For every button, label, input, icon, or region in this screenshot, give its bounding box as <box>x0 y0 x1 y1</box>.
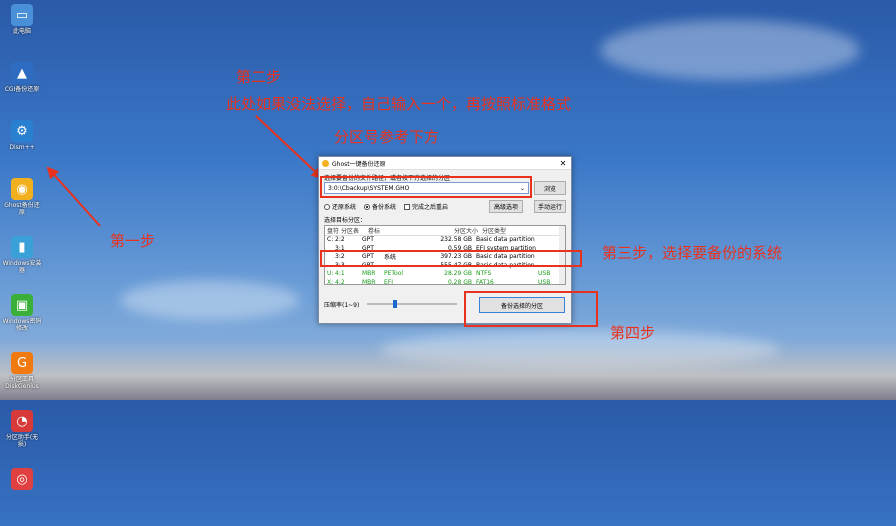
table-cell: USB <box>538 270 551 278</box>
checkbox-reboot[interactable]: 完成之后重启 <box>404 202 448 211</box>
gear-icon: ⚙ <box>11 120 33 142</box>
table-row[interactable]: U: 4:1 MBR PETool 28.29 GB NTFS USB <box>325 270 565 279</box>
target-label: 选择目标分区： <box>324 217 367 224</box>
compress-slider[interactable] <box>367 300 457 308</box>
lifebuoy-icon: ◎ <box>11 468 33 490</box>
desktop-icon[interactable]: ▣ Windows密码修改 <box>2 294 42 348</box>
table-cell: NTFS <box>476 270 492 278</box>
table-cell: Basic data partition <box>476 236 535 244</box>
radio-selected-icon <box>364 203 371 210</box>
table-cell: 28.29 GB <box>444 270 472 278</box>
close-icon[interactable]: ✕ <box>558 159 568 168</box>
dialog-titlebar: Ghost一键备份还原 ✕ <box>319 157 571 170</box>
ghost-icon <box>322 159 329 167</box>
column-header: 分区大小 <box>453 227 478 235</box>
desktop-icon-label: Ghost备份还原 <box>4 202 40 216</box>
desktop-icon[interactable]: ▮ Windows安装器 <box>2 236 42 290</box>
annotation-step3: 第三步，选择要备份的系统 <box>602 244 783 262</box>
desktop-icon[interactable]: G 分区工具DiskGenius <box>2 352 42 406</box>
manual-button[interactable]: 手动运行 <box>534 200 566 213</box>
mode-options: 还原系统 备份系统 完成之后重启 <box>324 202 456 211</box>
table-row[interactable]: C: 2:2 GPT 232.58 GB Basic data partition <box>325 236 565 245</box>
annotation-step4: 第四步 <box>610 324 656 342</box>
table-cell: GPT <box>362 236 374 244</box>
desktop-icon[interactable]: ▭ 此电脑 <box>2 4 42 58</box>
desktop-icon[interactable]: ◉ Ghost备份还原 <box>2 178 42 232</box>
desktop-icon-label: Windows安装器 <box>2 260 42 274</box>
cloud <box>120 280 300 320</box>
slider-thumb[interactable] <box>392 300 397 308</box>
arrow-step2 <box>255 115 324 180</box>
annotation-step2: 第二步 <box>236 68 282 86</box>
desktop-icon[interactable]: ⚙ Dism++ <box>2 120 42 174</box>
table-cell: PETool <box>384 270 404 278</box>
table-cell: 4:2 <box>335 278 345 285</box>
partition-icon: ◔ <box>11 410 33 432</box>
highlight-backup-button <box>464 291 598 327</box>
desktop-icon-label: Dism++ <box>9 144 35 151</box>
desktop-icon-label: Windows密码修改 <box>2 318 42 332</box>
computer-icon: ▭ <box>11 4 33 26</box>
arrow-step1 <box>46 166 101 227</box>
dialog-title: Ghost一键备份还原 <box>332 160 386 168</box>
desktop-icon[interactable]: ◎ <box>2 468 42 522</box>
desktop-icon-label: 分区工具DiskGenius <box>5 376 39 390</box>
table-cell: X: <box>327 278 334 285</box>
radio-restore[interactable]: 还原系统 <box>324 202 356 211</box>
checkbox-icon <box>404 203 411 210</box>
radio-backup[interactable]: 备份系统 <box>364 202 396 211</box>
table-cell: EFI <box>384 278 394 285</box>
table-cell: MBR <box>362 270 376 278</box>
desktop-icon-label: 此电脑 <box>12 28 31 35</box>
cloud <box>600 20 860 80</box>
column-header: 分区类型 <box>482 227 507 235</box>
table-cell: 0.28 GB <box>447 278 472 285</box>
table-cell: 232.58 GB <box>440 236 472 244</box>
table-row[interactable]: X: 4:2 MBR EFI 0.28 GB FAT16 USB <box>325 278 565 285</box>
annotation-step2-line1: 此处如果没法选择，自己输入一个，再按照标准格式 <box>226 95 572 113</box>
advanced-button[interactable]: 高级选项 <box>489 200 523 213</box>
desktop-icons: ▭ 此电脑 ▲ CGI备份还原 ⚙ Dism++ ◉ Ghost备份还原 ▮ Windows安装器… <box>2 4 42 526</box>
compress-label: 压缩率(1~9) <box>324 302 360 309</box>
installer-icon: ▮ <box>11 236 33 258</box>
lock-icon: ▣ <box>11 294 33 316</box>
table-cell: FAT16 <box>476 278 494 285</box>
desktop-icon-label: 分区助手(无损) <box>5 434 39 448</box>
browse-button[interactable]: 浏览 <box>534 181 566 195</box>
column-header: 盘符 <box>327 227 340 235</box>
highlight-path <box>320 176 532 198</box>
radio-icon <box>324 203 330 210</box>
diskgenius-icon: G <box>11 352 33 374</box>
annotation-step2-line2: 分区号参考下方 <box>334 128 440 146</box>
ghost-icon: ◉ <box>11 178 33 200</box>
column-header: 卷标 <box>368 227 381 235</box>
cgi-icon: ▲ <box>11 62 33 84</box>
table-cell: U: <box>327 270 334 278</box>
highlight-partition <box>320 250 582 267</box>
desktop-icon-label: CGI备份还原 <box>4 86 40 93</box>
horizon <box>0 340 896 400</box>
column-header: 分区表 <box>341 227 360 235</box>
table-cell: MBR <box>362 278 376 285</box>
annotation-step1: 第一步 <box>110 232 156 250</box>
desktop-icon[interactable]: ▲ CGI备份还原 <box>2 62 42 116</box>
table-cell: C: <box>327 236 334 244</box>
table-cell: 4:1 <box>335 270 345 278</box>
table-cell: USB <box>538 278 551 285</box>
desktop-icon[interactable]: ◔ 分区助手(无损) <box>2 410 42 464</box>
table-cell: 2:2 <box>335 236 345 244</box>
table-header: 盘符 分区表 卷标 分区大小 分区类型 <box>325 226 565 236</box>
